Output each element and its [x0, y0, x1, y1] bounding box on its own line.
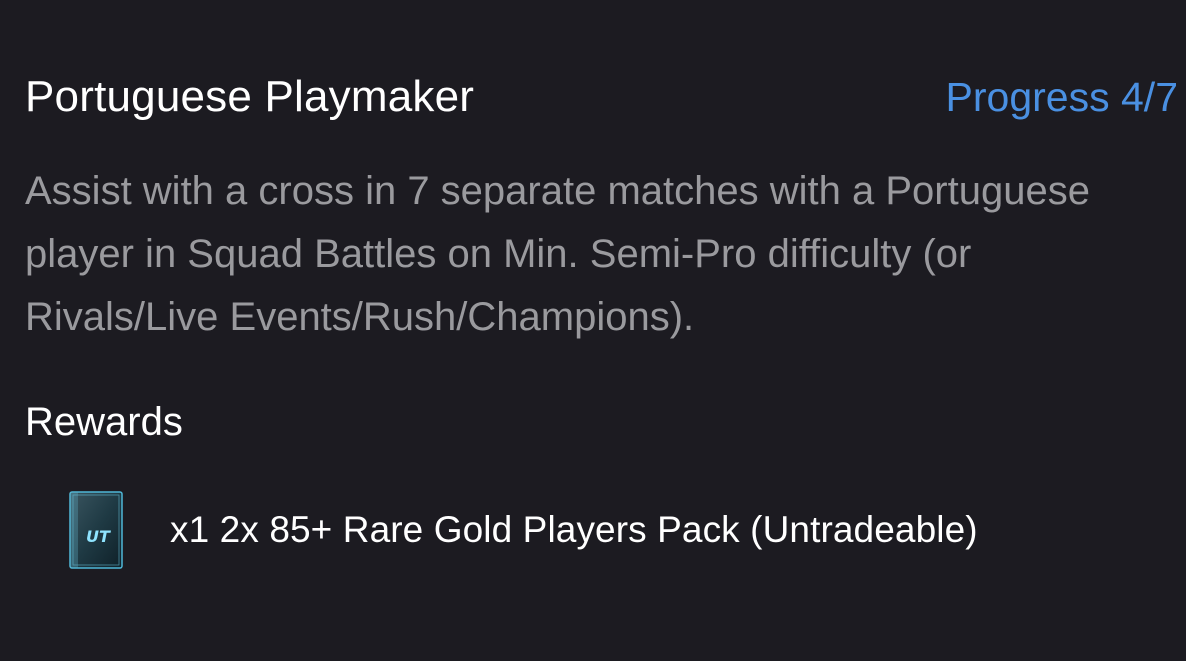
objective-detail: Portuguese Playmaker Progress 4/7 Assist…	[0, 0, 1186, 661]
objective-title: Portuguese Playmaker	[25, 72, 475, 121]
rewards-heading: Rewards	[25, 400, 183, 444]
objective-header: Portuguese Playmaker Progress 4/7	[25, 72, 1178, 122]
objective-description: Assist with a cross in 7 separate matche…	[25, 169, 1090, 339]
pack-icon-text: UT	[86, 527, 111, 546]
reward-label: x1 2x 85+ Rare Gold Players Pack (Untrad…	[170, 509, 978, 550]
ut-pack-icon: UT	[69, 491, 123, 569]
reward-item: UT x1 2x 85+ Rare Gold Players Pack (Unt…	[68, 490, 978, 570]
progress-label: Progress 4/7	[945, 74, 1178, 120]
